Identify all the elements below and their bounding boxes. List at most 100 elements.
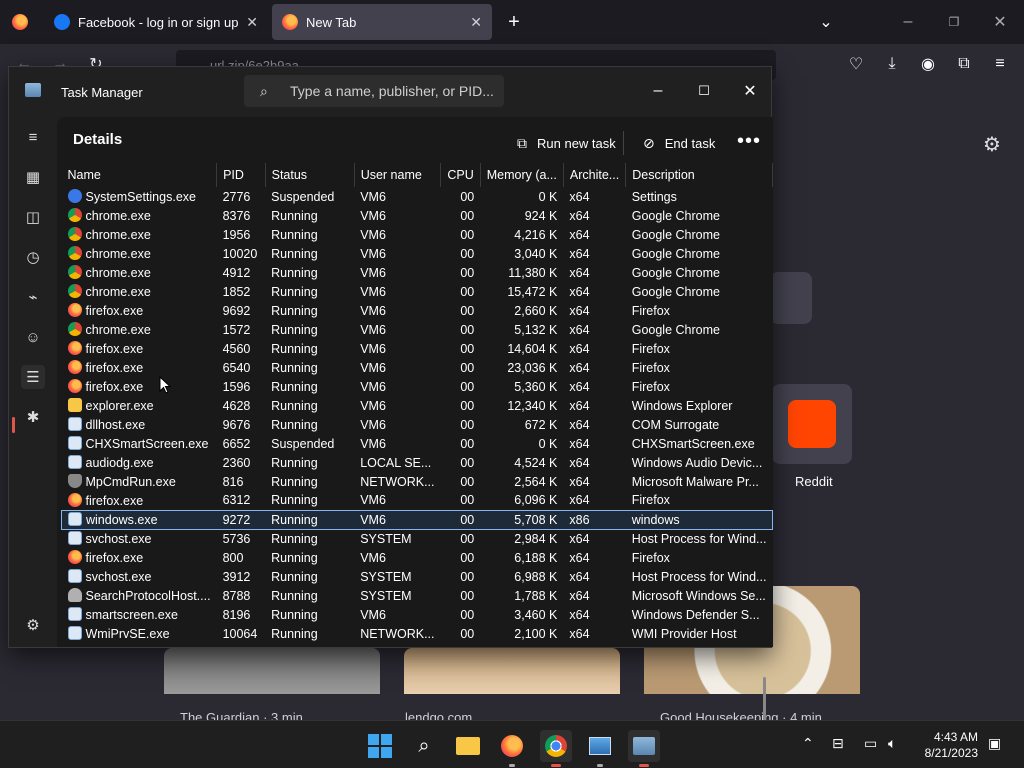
network-icon[interactable]: ⊟	[832, 735, 844, 752]
story-image[interactable]	[404, 648, 620, 694]
command-separator	[623, 131, 624, 155]
table-row[interactable]: chrome.exe 10020 Running VM6 00 3,040 K x64 Goo…	[62, 244, 773, 263]
downloads-icon[interactable]: ⤓	[880, 52, 904, 76]
table-row[interactable]: MpCmdRun.exe 816 Running NETWORK... 00 2,564 …	[62, 472, 773, 491]
table-row[interactable]: svchost.exe 3912 Running SYSTEM 00 6,988 K x64…	[62, 567, 773, 586]
date: 8/21/2023	[924, 746, 978, 760]
table-row[interactable]: audiodg.exe 2360 Running LOCAL SE... 00 4,524…	[62, 453, 773, 472]
minimize-icon[interactable]: –	[896, 10, 920, 34]
reddit-shortcut-tile[interactable]	[772, 384, 852, 464]
cell-user: VM6	[360, 284, 386, 299]
column-header-memory[interactable]: Memory (a...	[480, 163, 564, 187]
search-shortcut-tile[interactable]	[770, 272, 812, 324]
column-header-pid[interactable]: PID	[216, 163, 266, 187]
hamburger-icon[interactable]: ≡	[21, 125, 45, 149]
cell-name: audiodg.exe	[62, 453, 217, 472]
account-icon[interactable]: ◉	[916, 52, 940, 76]
table-row[interactable]: windows.exe 9272 Running VM6 00 5,708 Kx86 win…	[60, 509, 773, 530]
table-row[interactable]: svchost.exe 5736 Running SYSTEM 00 2,984 K x64…	[62, 529, 773, 548]
processes-icon[interactable]: ▦	[21, 165, 45, 189]
end-task-button[interactable]: ⊘ End task	[643, 127, 715, 159]
file-explorer-button[interactable]	[452, 730, 484, 762]
control-panel-taskbar-button[interactable]	[584, 730, 616, 767]
search-button[interactable]: ⌕	[408, 730, 440, 762]
cell-arch: x64	[569, 379, 590, 394]
minimize-button[interactable]: –	[635, 75, 681, 107]
volume-icon[interactable]: 🔈︎	[888, 735, 896, 752]
performance-icon[interactable]: ◫	[21, 205, 45, 229]
column-header-status[interactable]: Status	[265, 163, 355, 187]
cell-name: WmiPrvSE.exe	[62, 624, 217, 643]
cell-arch: x64	[569, 360, 590, 375]
maximize-button[interactable]: ☐	[681, 75, 727, 107]
table-row[interactable]: chrome.exe 4912 Running VM6 00 11,380 K x64 Goo…	[62, 263, 773, 282]
cell-user: VM6	[360, 246, 386, 261]
table-row[interactable]: chrome.exe 1572 Running VM6 00 5,132 K x64 Goog…	[62, 320, 773, 339]
table-row[interactable]: explorer.exe 4628 Running VM6 00 12,340 K x64 W…	[62, 396, 773, 415]
table-row[interactable]: firefox.exe 6540 Running VM6 00 23,036 K x64 Fi…	[62, 358, 773, 377]
tab-new-tab[interactable]: New Tab ✕	[272, 4, 492, 40]
users-icon[interactable]: ☺	[21, 325, 45, 349]
column-header-user[interactable]: User name	[354, 163, 442, 187]
close-icon[interactable]: ✕	[988, 10, 1012, 34]
services-icon[interactable]: ✱	[21, 405, 45, 429]
explorer-process-icon	[67, 398, 82, 412]
table-row[interactable]: chrome.exe 1956 Running VM6 00 4,216 K x64 Goog…	[62, 225, 773, 244]
cell-desc: Microsoft Windows Se...	[631, 588, 766, 603]
app-history-icon[interactable]: ◷	[21, 245, 45, 269]
table-row[interactable]: firefox.exe 800 Running VM6 00 6,188 K x64 Fire…	[62, 548, 773, 567]
menu-icon[interactable]: ≡	[988, 52, 1012, 76]
table-row[interactable]: dllhost.exe 9676 Running VM6 00 672 K x64 COM S…	[62, 415, 773, 434]
process-name: firefox.exe	[85, 380, 144, 394]
close-tab-icon[interactable]: ✕	[470, 14, 482, 31]
clock[interactable]: 4:43 AM 8/21/2023	[910, 729, 978, 761]
run-new-task-button[interactable]: ⧉ Run new task	[517, 127, 616, 159]
table-row[interactable]: chrome.exe 1852 Running VM6 00 15,472 K x64 Goo…	[62, 282, 773, 301]
startup-apps-icon[interactable]: ⌁	[21, 285, 45, 309]
pocket-icon[interactable]: ♡	[844, 52, 868, 76]
new-tab-button[interactable]: +	[502, 10, 526, 34]
display-icon[interactable]: ▭	[864, 735, 877, 752]
table-row[interactable]: firefox.exe 9692 Running VM6 00 2,660 K x64 Fir…	[62, 301, 773, 320]
table-row[interactable]: chrome.exe 8376 Running VM6 00 924 K x64 Google…	[62, 206, 773, 225]
table-row[interactable]: SearchProtocolHost.... 8788 Running SYSTEM 0…	[62, 586, 773, 605]
settings-gear-icon[interactable]: ⚙	[980, 132, 1004, 156]
extensions-icon[interactable]: ⧉	[952, 52, 976, 76]
table-row[interactable]: smartscreen.exe 8196 Running VM6 00 3,460 K x6…	[62, 605, 773, 624]
settings-icon[interactable]: ⚙	[21, 613, 45, 637]
table-row[interactable]: SystemSettings.exe 2776 Suspended VM6 00 0 K x…	[62, 187, 773, 206]
cell-name: svchost.exe	[62, 529, 217, 548]
task-manager-taskbar-button[interactable]	[628, 730, 660, 767]
firefox-view-icon[interactable]	[8, 10, 32, 34]
start-button[interactable]	[364, 730, 396, 762]
firefox-taskbar-button[interactable]	[496, 730, 528, 767]
details-icon[interactable]: ☰	[21, 365, 45, 389]
more-options-button[interactable]: •••	[733, 127, 765, 159]
column-header-name[interactable]: Name	[61, 163, 218, 187]
notifications-icon[interactable]: ▣	[988, 735, 1001, 752]
cell-user: VM6	[360, 341, 386, 356]
close-button[interactable]: ✕	[727, 75, 773, 107]
close-tab-icon[interactable]: ✕	[246, 14, 258, 31]
cell-mem: 3,040 K	[514, 246, 558, 261]
chrome-taskbar-button[interactable]	[540, 730, 572, 767]
cell-arch: x64	[569, 531, 590, 546]
table-row[interactable]: firefox.exe 4560 Running VM6 00 14,604 K x64 Fi…	[62, 339, 773, 358]
table-row[interactable]: CHXSmartScreen.exe 6652 Suspended VM6 00 0 K x…	[62, 434, 773, 453]
restore-icon[interactable]: ❐	[942, 10, 966, 34]
cell-cpu: 00	[460, 322, 475, 337]
search-input[interactable]: ⌕ Type a name, publisher, or PID...	[244, 75, 504, 107]
table-row[interactable]: WmiPrvSE.exe 10064 Running NETWORK... 00 2,10…	[62, 624, 773, 643]
column-header-cpu[interactable]: CPU	[440, 163, 481, 187]
task-manager-icon	[25, 83, 41, 97]
show-hidden-icons-icon[interactable]: ⌃	[802, 735, 814, 752]
column-header-description[interactable]: Description	[625, 163, 773, 187]
story-image[interactable]	[164, 648, 380, 694]
column-header-arch[interactable]: Archite...	[563, 163, 627, 187]
exe-process-icon	[67, 531, 82, 546]
cell-pid: 3912	[222, 569, 251, 584]
cell-arch: x64	[569, 284, 590, 299]
table-row[interactable]: firefox.exe 6312 Running VM6 00 6,096 K x64 Fir…	[62, 491, 773, 510]
tab-facebook[interactable]: Facebook - log in or sign up ✕	[44, 4, 268, 40]
list-tabs-icon[interactable]: ⌄	[814, 10, 838, 34]
